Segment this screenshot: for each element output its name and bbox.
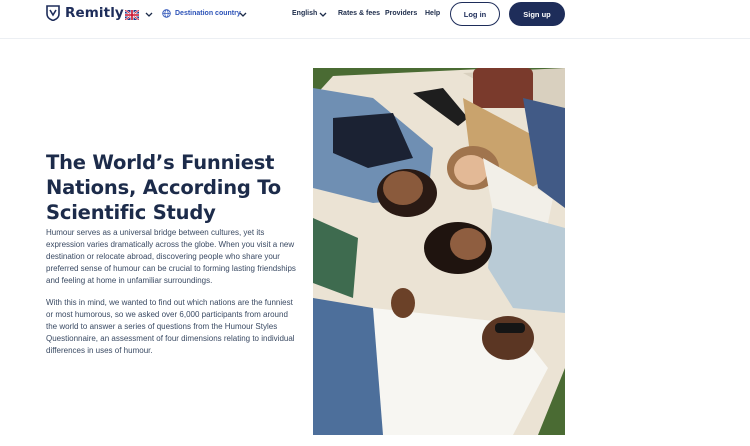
login-button[interactable]: Log in xyxy=(450,2,500,26)
logo-text: Remitly xyxy=(65,5,124,21)
chevron-down-icon[interactable] xyxy=(319,12,327,18)
chevron-down-icon[interactable] xyxy=(239,12,247,18)
nav-help[interactable]: Help xyxy=(425,10,440,17)
destination-country-label: Destination country xyxy=(175,10,241,17)
signup-button[interactable]: Sign up xyxy=(509,2,565,26)
language-selector[interactable]: English xyxy=(292,10,317,17)
nav-providers[interactable]: Providers xyxy=(385,10,417,17)
site-header: Remitly Destination country English Rate… xyxy=(0,0,750,39)
nav-rates-fees[interactable]: Rates & fees xyxy=(338,10,380,17)
uk-flag-icon[interactable] xyxy=(125,10,139,20)
intro-paragraph: Humour serves as a universal bridge betw… xyxy=(46,228,296,285)
logo[interactable]: Remitly xyxy=(46,5,124,21)
chevron-down-icon[interactable] xyxy=(145,12,153,18)
methodology-paragraph: With this in mind, we wanted to find out… xyxy=(46,298,295,355)
page-title: The World’s Funniest Nations, According … xyxy=(46,151,281,224)
globe-icon xyxy=(162,9,171,18)
destination-country-selector[interactable]: Destination country xyxy=(162,9,241,18)
remitly-shield-icon xyxy=(46,5,60,21)
hero-photo xyxy=(313,68,565,435)
